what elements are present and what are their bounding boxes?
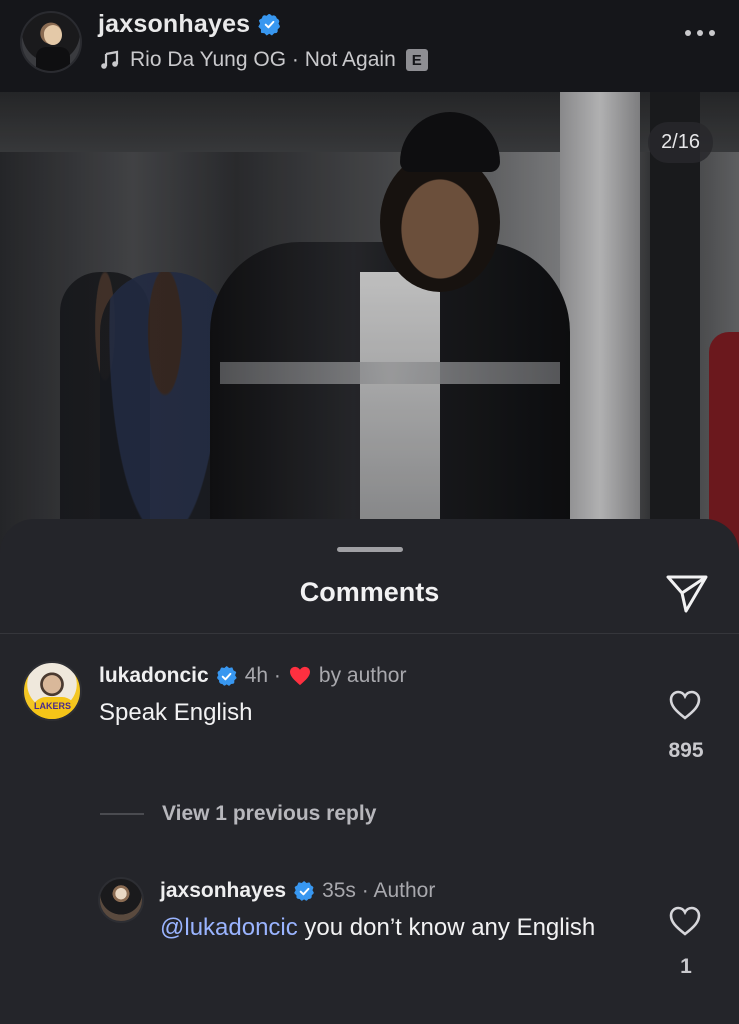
commenter-avatar[interactable]: LAKERS	[22, 661, 82, 721]
photo-counter: 2/16	[648, 122, 713, 163]
reply-text: @lukadoncic you don’t know any English	[160, 912, 600, 944]
like-count: 895	[668, 739, 704, 762]
reply-body: you don’t know any English	[297, 914, 596, 941]
music-note-icon	[101, 50, 119, 69]
author-row: jaxsonhayes	[98, 10, 281, 39]
verified-icon	[294, 881, 315, 901]
music-label: Rio Da Yung OG · Not Again	[130, 48, 396, 71]
view-replies-button[interactable]: View 1 previous reply	[100, 802, 376, 826]
explicit-badge: E	[405, 49, 428, 71]
heart-icon[interactable]	[668, 905, 702, 937]
more-icon[interactable]	[685, 30, 715, 36]
verified-icon	[216, 666, 237, 686]
comment-time: 4h ·	[244, 664, 281, 687]
comment-header: lukadoncic 4h · by author	[99, 664, 406, 688]
sheet-divider	[0, 633, 739, 634]
replies-divider-line	[100, 813, 144, 815]
reply-username[interactable]: jaxsonhayes	[160, 879, 286, 903]
mention-link[interactable]: @lukadoncic	[160, 914, 298, 941]
view-replies-label: View 1 previous reply	[162, 802, 377, 825]
post-photo[interactable]	[0, 92, 739, 562]
reply-like-count: 1	[680, 955, 692, 978]
reply-meta: 35s · Author	[322, 879, 436, 902]
comment-text: Speak English	[99, 699, 253, 726]
music-row[interactable]: Rio Da Yung OG · Not Again E	[100, 48, 428, 72]
red-heart-icon	[289, 666, 310, 686]
liked-by-author-label: by author	[318, 664, 407, 687]
verified-icon	[258, 13, 281, 36]
sheet-title: Comments	[299, 577, 440, 607]
share-icon[interactable]	[665, 573, 709, 613]
comments-sheet: Comments LAKERS lukadoncic 4h · by autho…	[0, 519, 739, 1024]
commenter-username[interactable]: lukadoncic	[99, 664, 209, 688]
reply-avatar[interactable]	[98, 877, 144, 923]
reply-header: jaxsonhayes 35s · Author	[160, 879, 435, 903]
post-header: jaxsonhayes Rio Da Yung OG · Not Again E	[0, 0, 739, 92]
heart-icon[interactable]	[668, 689, 702, 721]
drag-handle[interactable]	[337, 547, 403, 552]
author-username[interactable]: jaxsonhayes	[98, 10, 250, 39]
post-screen: jaxsonhayes Rio Da Yung OG · Not Again E	[0, 0, 739, 1024]
author-avatar[interactable]	[20, 11, 82, 73]
